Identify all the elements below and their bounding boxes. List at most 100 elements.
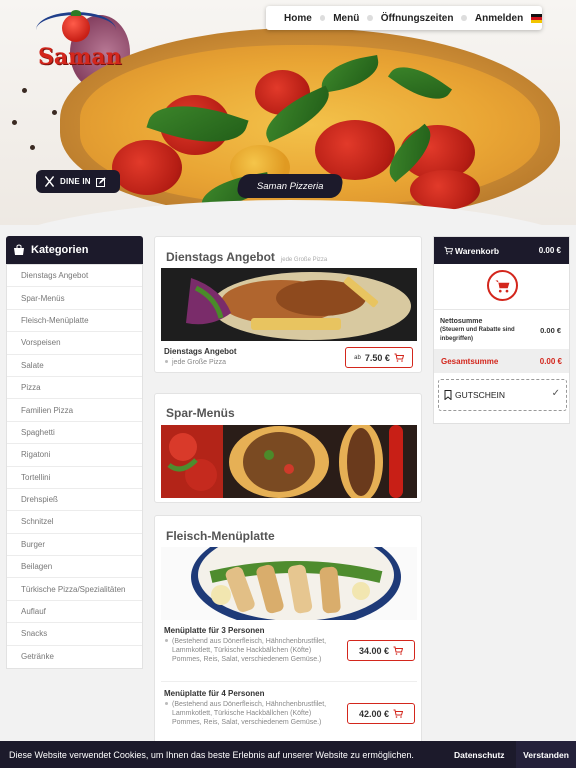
nav-separator [367,15,373,21]
item-description: (Bestehend aus Dönerfleisch, Hähnchenbru… [172,701,327,726]
saman-logo[interactable]: Saman [34,8,122,70]
empty-cart-icon [487,270,518,301]
spar-menu-image [161,425,417,498]
german-flag-icon[interactable] [531,13,542,23]
dine-in-label: DINE IN [60,177,91,186]
info-dot-icon [165,702,168,705]
nav-separator [461,15,467,21]
voucher-label: GUTSCHEIN [455,390,506,400]
category-item[interactable]: Türkische Pizza/Spezialitäten [7,578,142,601]
cart-icon [394,353,404,362]
grand-total-row: Gesamtsumme 0.00 € [434,349,569,373]
tomato-slice [315,120,395,180]
item-description: jede Große Pizza [172,359,227,366]
hero-wave [0,200,576,225]
logo-text: Saman [38,44,122,70]
utensils-icon [45,176,54,187]
grand-total-value: 0.00 € [539,356,562,366]
pepper-corn [52,110,57,115]
pepper-corn [12,120,17,125]
categories-title: Kategorien [31,244,89,256]
section-subtitle: jede Große Pizza [280,257,328,263]
item-description: (Bestehend aus Dönerfleisch, Hähnchenbru… [172,638,327,663]
privacy-link[interactable]: Datenschutz [454,750,508,760]
category-item[interactable]: Snacks [7,623,142,646]
cart-icon [393,646,404,655]
cart-header: Warenkorb 0.00 € [434,237,569,264]
section-title: Fleisch-Menüplatte [166,529,275,543]
dine-in-button[interactable]: DINE IN [36,170,120,193]
category-item[interactable]: Tortellini [7,467,142,489]
net-total-value: 0.00 € [540,326,561,335]
cookie-message: Diese Website verwendet Cookies, um Ihne… [9,749,414,760]
category-item[interactable]: Rigatoni [7,444,142,467]
net-total-label: Nettosumme (Steuern und Rabatte sind inb… [440,317,530,344]
category-item[interactable]: Burger [7,534,142,557]
price-value: 42.00 € [358,708,390,719]
add-to-cart-button[interactable]: 34.00 € [347,640,415,661]
nav-separator [319,15,326,21]
cart-title-text: Warenkorb [455,245,500,256]
cart-icon [444,246,453,255]
nav-opening-hours[interactable]: Öffnungszeiten [381,13,454,24]
info-dot-icon [165,639,168,642]
price-prefix: ab [354,354,361,361]
add-to-cart-button[interactable]: ab 7.50 € [345,347,413,368]
section-title-text: Dienstags Angebot [166,250,275,264]
nav-home[interactable]: Home [284,13,312,24]
tagline-text: Saman Pizzeria [256,180,324,192]
category-item[interactable]: Getränke [7,646,142,668]
category-item[interactable]: Auflauf [7,601,142,624]
tomato-slice [112,140,182,195]
voucher-input[interactable]: GUTSCHEIN ✓ [438,379,567,411]
item-name[interactable]: Menüplatte für 4 Personen [164,689,264,698]
cart-header-total: 0.00 € [538,246,561,255]
category-item[interactable]: Spar-Menüs [7,287,142,310]
kebab-image [161,268,417,341]
price-value: 7.50 € [364,352,390,363]
item-name[interactable]: Dienstags Angebot [164,347,237,356]
categories-list: Dienstags Angebot Spar-Menüs Fleisch-Menüp… [6,264,143,670]
price-value: 34.00 € [358,645,390,656]
check-icon[interactable]: ✓ [552,388,560,399]
section-spar-menus: Spar-Menüs [154,393,422,503]
categories-header: Kategorien [6,236,143,264]
nav-login[interactable]: Anmelden [475,13,523,24]
brand-tagline: Saman Pizzeria [235,174,345,198]
categories-sidebar: Kategorien Dienstags Angebot Spar-Menüs Fl… [6,236,143,670]
info-dot-icon [165,360,168,363]
category-item[interactable]: Beilagen [7,556,142,579]
category-item[interactable]: Spaghetti [7,422,142,445]
pepper-corn [22,88,27,93]
net-label-text: Nettosumme [440,318,483,325]
hero-banner: Saman Home Menü Öffnungszeiten Anmelden … [0,0,576,225]
section-dienstags-angebot: Dienstags Angebot jede Große Pizza Dienst… [154,236,422,373]
pepper-corn [30,145,35,150]
section-title: Dienstags Angebot jede Große Pizza [166,250,327,264]
category-item[interactable]: Salate [7,355,142,377]
category-item[interactable]: Fleisch-Menüplatte [7,310,142,333]
category-bag-icon [14,244,24,255]
category-item[interactable]: Vorspeisen [7,332,142,355]
section-fleisch-menuplatte: Fleisch-Menüplatte Menüplatte für 3 Pers… [154,515,422,750]
category-item[interactable]: Drehspieß [7,489,142,512]
meat-platter-image [161,547,417,620]
nav-menu[interactable]: Menü [333,13,359,24]
cart-divider [434,309,569,310]
net-label-subtext: (Steuern und Rabatte sind inbegriffen) [440,327,515,342]
add-to-cart-button[interactable]: 42.00 € [347,703,415,724]
category-item[interactable]: Dienstags Angebot [7,265,142,288]
cookie-banner: Diese Website verwendet Cookies, um Ihne… [0,741,576,768]
shopping-cart-panel: Warenkorb 0.00 € Nettosumme (Steuern und… [433,236,570,424]
category-item[interactable]: Schnitzel [7,511,142,534]
section-title: Spar-Menüs [166,406,235,420]
tomato-slice [410,170,480,210]
bookmark-icon [444,390,452,400]
cart-title: Warenkorb [444,246,499,256]
item-name[interactable]: Menüplatte für 3 Personen [164,626,264,635]
accept-cookies-button[interactable]: Verstanden [516,741,576,768]
grand-total-label: Gesamtsumme [441,356,499,366]
category-item[interactable]: Familien Pizza [7,399,142,422]
category-item[interactable]: Pizza [7,377,142,400]
top-navigation: Home Menü Öffnungszeiten Anmelden [266,6,542,30]
